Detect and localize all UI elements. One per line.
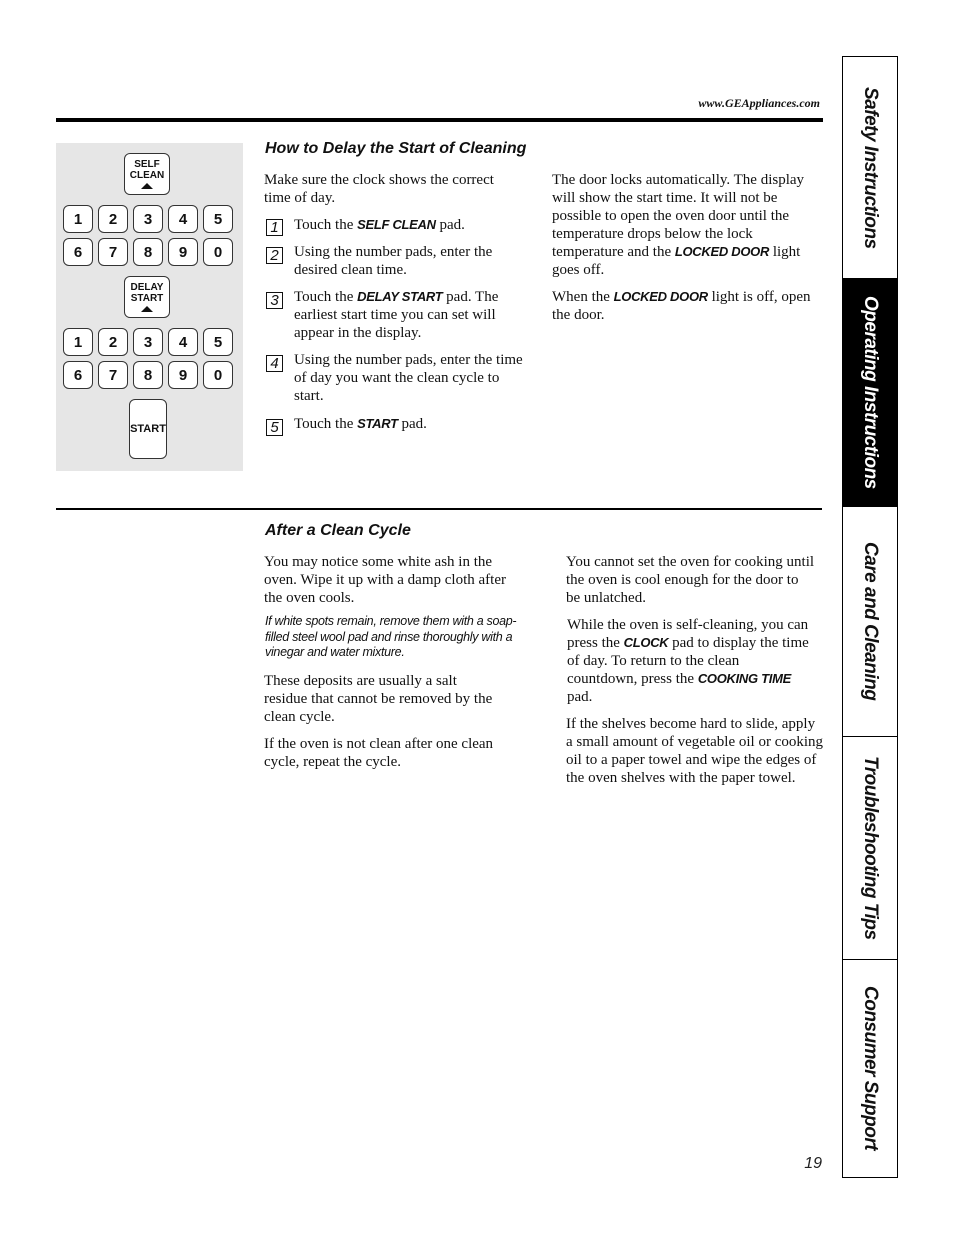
tab-label: Troubleshooting Tips — [860, 756, 881, 940]
number-pad-4: 4 — [168, 205, 198, 233]
tab-label: Care and Cleaning — [860, 542, 881, 701]
step-text: Touch the START pad. — [294, 416, 427, 432]
clock-paragraph: While the oven is self-cleaning, you can… — [567, 617, 809, 705]
step-text: Touch the DELAY START pad. The earliest … — [294, 289, 499, 341]
pad-label: SELF — [134, 159, 160, 170]
number-pad-3: 3 — [133, 205, 163, 233]
section-divider — [56, 508, 822, 510]
number-pad-1: 1 — [63, 205, 93, 233]
tab-label: Consumer Support — [860, 986, 881, 1151]
number-pad-8: 8 — [133, 361, 163, 389]
number-pad-6: 6 — [63, 361, 93, 389]
number-pad-5: 5 — [203, 205, 233, 233]
number-pad-0: 0 — [203, 361, 233, 389]
pad-label: START — [130, 293, 164, 304]
number-pad-7: 7 — [98, 238, 128, 266]
tab-consumer-support[interactable]: Consumer Support — [843, 960, 897, 1177]
deposits-paragraph: These deposits are usually a salt residu… — [264, 673, 493, 725]
number-pad-4: 4 — [168, 328, 198, 356]
page-number: 19 — [804, 1155, 822, 1172]
pad-label: CLEAN — [129, 170, 165, 181]
pad-label: DELAY — [130, 282, 164, 293]
step-number: 1 — [266, 219, 283, 236]
white-spots-note: If white spots remain, remove them with … — [265, 614, 517, 659]
number-pad-1: 1 — [63, 328, 93, 356]
start-pad: START — [129, 399, 167, 459]
step-number: 4 — [266, 355, 283, 372]
step-number: 3 — [266, 292, 283, 309]
delay-start-pad: DELAY START — [124, 276, 170, 318]
step-number: 5 — [266, 419, 283, 436]
keypad-illustration: SELF CLEAN 12345 67890 DELAY START 12345… — [56, 143, 243, 471]
tab-label: Operating Instructions — [860, 296, 881, 489]
top-rule — [56, 118, 823, 122]
arrow-up-icon — [141, 183, 153, 189]
number-pad-8: 8 — [133, 238, 163, 266]
number-pad-6: 6 — [63, 238, 93, 266]
website-url[interactable]: www.GEAppliances.com — [600, 96, 820, 111]
shelves-paragraph: If the shelves become hard to slide, app… — [566, 716, 824, 786]
step-text: Using the number pads, enter the desired… — [294, 244, 493, 278]
number-pad-2: 2 — [98, 205, 128, 233]
section-title-after: After a Clean Cycle — [265, 522, 411, 539]
number-pad-2: 2 — [98, 328, 128, 356]
number-pad-7: 7 — [98, 361, 128, 389]
step-text: Touch the SELF CLEAN pad. — [294, 217, 465, 233]
number-pad-9: 9 — [168, 238, 198, 266]
number-pad-9: 9 — [168, 361, 198, 389]
cooking-lockout-paragraph: You cannot set the oven for cooking unti… — [566, 554, 815, 606]
tab-care-and-cleaning[interactable]: Care and Cleaning — [843, 507, 897, 737]
number-pad-3: 3 — [133, 328, 163, 356]
arrow-up-icon — [141, 306, 153, 312]
tab-safety-instructions[interactable]: Safety Instructions — [843, 57, 897, 279]
delay-intro: Make sure the clock shows the correct ti… — [264, 172, 494, 206]
tab-label: Safety Instructions — [860, 86, 881, 249]
door-lock-paragraph: The door locks automatically. The displa… — [552, 172, 805, 278]
step-text: Using the number pads, enter the time of… — [294, 352, 523, 404]
section-tabs: Safety Instructions Operating Instructio… — [842, 56, 898, 1178]
step-number: 2 — [266, 247, 283, 264]
open-door-paragraph: When the LOCKED DOOR light is off, open … — [552, 289, 811, 323]
repeat-cycle-paragraph: If the oven is not clean after one clean… — [264, 736, 494, 770]
number-pad-5: 5 — [203, 328, 233, 356]
self-clean-pad: SELF CLEAN — [124, 153, 170, 195]
number-pad-0: 0 — [203, 238, 233, 266]
ash-paragraph: You may notice some white ash in the ove… — [264, 554, 506, 606]
tab-troubleshooting-tips[interactable]: Troubleshooting Tips — [843, 737, 897, 960]
tab-operating-instructions[interactable]: Operating Instructions — [843, 279, 897, 507]
section-title-delay: How to Delay the Start of Cleaning — [265, 140, 527, 157]
